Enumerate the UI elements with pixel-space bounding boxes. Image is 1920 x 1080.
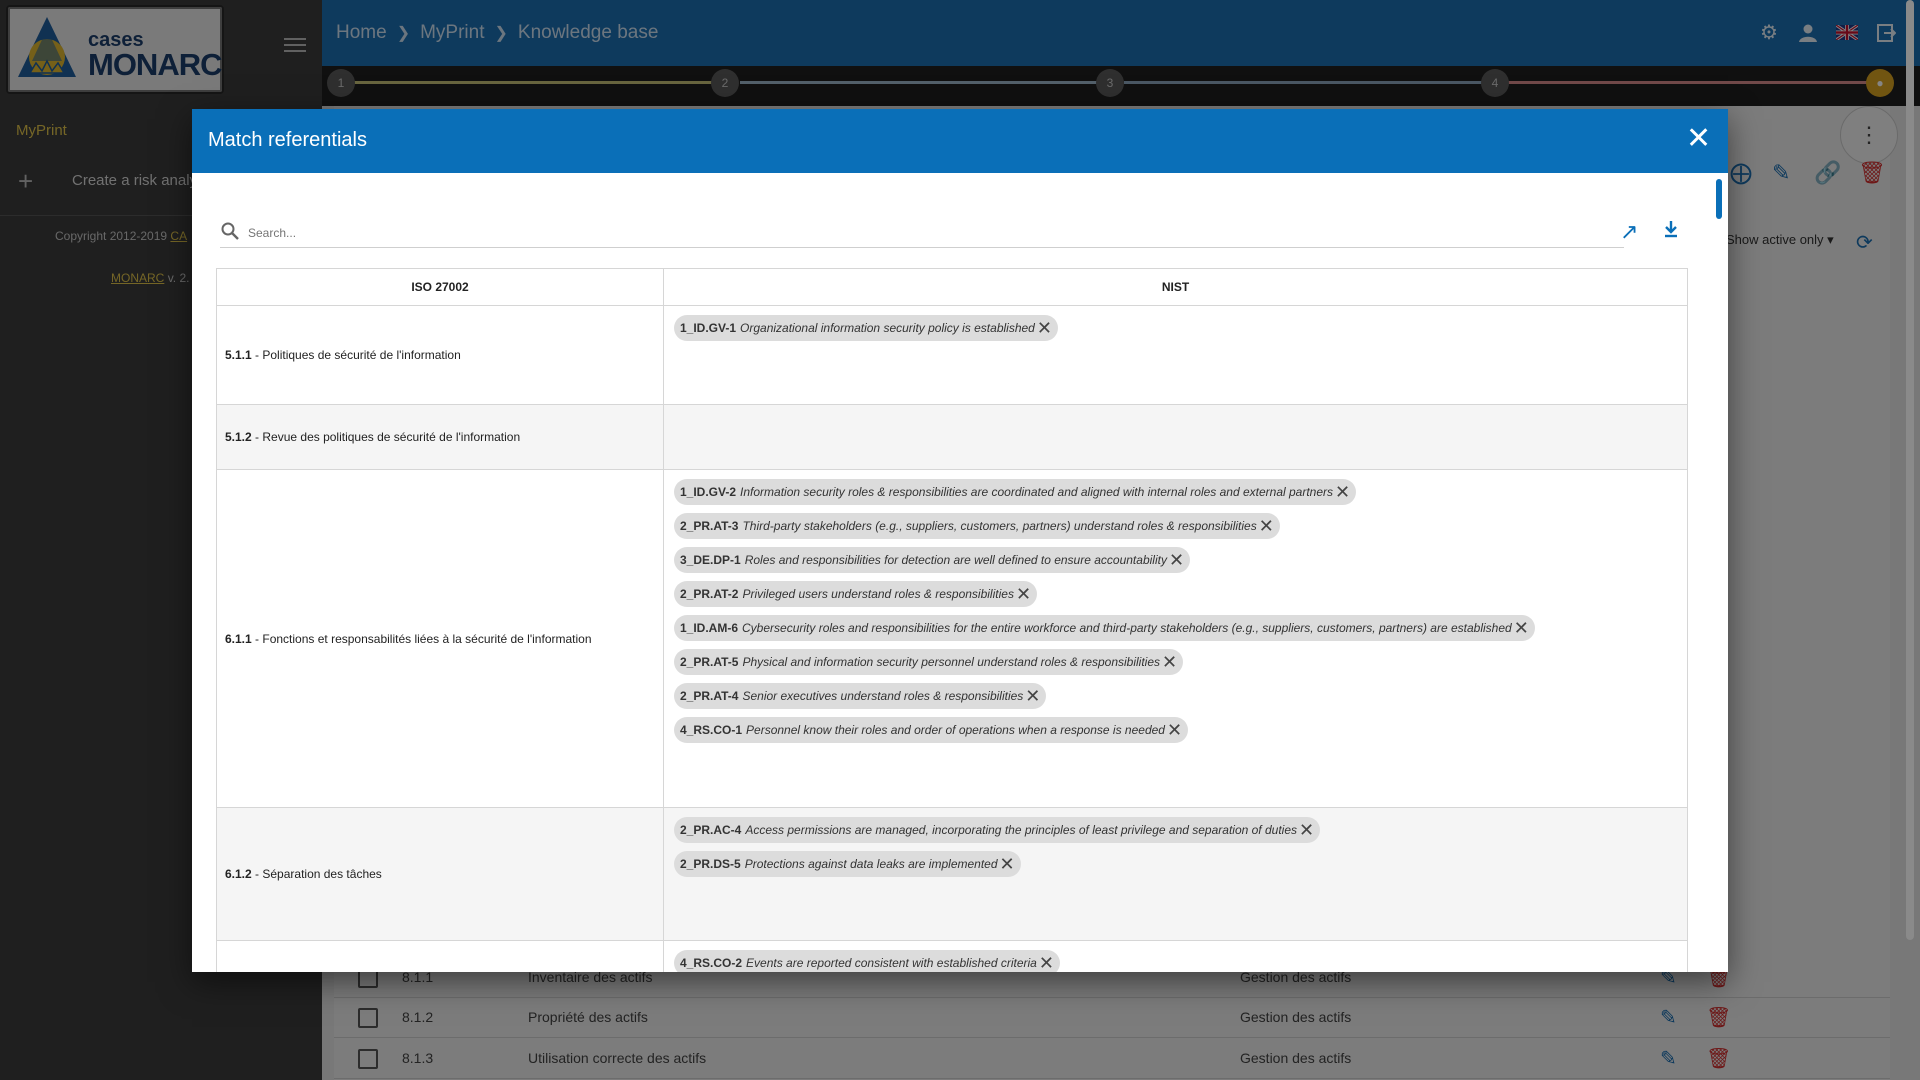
- chip-text: Protections against data leaks are imple…: [744, 857, 998, 871]
- chip-code: 2_PR.AT-5: [680, 655, 739, 669]
- match-referentials-dialog: Match referentials ✕ ↗ ISO 27002 NIST 5.…: [192, 109, 1728, 972]
- iso-control-cell: 5.1.2 - Revue des politiques de sécurité…: [216, 404, 664, 470]
- remove-icon[interactable]: ✕: [1000, 851, 1015, 877]
- nist-chip: 2_PR.AT-5 Physical and information securi…: [674, 649, 1184, 675]
- chip-text: Access permissions are managed, incorpor…: [745, 823, 1297, 837]
- remove-icon[interactable]: ✕: [1167, 717, 1182, 743]
- iso-label: Politiques de sécurité de l'information: [262, 348, 461, 362]
- chip-code: 1_ID.GV-2: [680, 485, 737, 499]
- table-row: 6.1.1 - Fonctions et responsabilités lié…: [216, 469, 1688, 808]
- remove-icon[interactable]: ✕: [1025, 683, 1040, 709]
- nist-chip: 2_PR.DS-5 Protections against data leaks …: [674, 851, 1021, 877]
- chip-code: 2_PR.AT-4: [680, 689, 739, 703]
- dialog-scrollbar[interactable]: [1716, 179, 1722, 219]
- remove-icon[interactable]: ✕: [1037, 315, 1052, 341]
- remove-icon[interactable]: ✕: [1016, 581, 1031, 607]
- iso-control-cell: 5.1.1 - Politiques de sécurité de l'info…: [216, 305, 664, 405]
- iso-code: 5.1.2: [225, 430, 252, 444]
- iso-control-cell: [216, 940, 664, 972]
- nist-matches-cell[interactable]: 4_RS.CO-2 Events are reported consistent …: [663, 940, 1688, 972]
- chip-code: 2_PR.AC-4: [680, 823, 742, 837]
- table-row: 5.1.1 - Politiques de sécurité de l'info…: [216, 305, 1688, 405]
- search-bar: [220, 219, 1624, 248]
- nist-chip: 1_ID.GV-2 Information security roles & re…: [674, 479, 1357, 505]
- iso-label: Séparation des tâches: [262, 867, 382, 881]
- download-icon[interactable]: [1662, 219, 1680, 245]
- search-icon: [221, 222, 239, 240]
- nist-chip: 1_ID.AM-6 Cybersecurity roles and respons…: [674, 615, 1535, 641]
- nist-chip: 1_ID.GV-1 Organizational information secu…: [674, 315, 1058, 341]
- chip-code: 4_RS.CO-2: [680, 956, 743, 970]
- dialog-title: Match referentials: [208, 129, 367, 151]
- remove-icon[interactable]: ✕: [1335, 479, 1350, 505]
- export-icon[interactable]: ↗: [1620, 219, 1638, 245]
- chip-code: 4_RS.CO-1: [680, 723, 743, 737]
- iso-code: 5.1.1: [225, 348, 252, 362]
- nist-matches-cell[interactable]: [663, 404, 1688, 470]
- chip-code: 3_DE.DP-1: [680, 553, 741, 567]
- chip-code: 1_ID.AM-6: [680, 621, 739, 635]
- chip-text: Organizational information security poli…: [740, 321, 1035, 335]
- remove-icon[interactable]: ✕: [1259, 513, 1274, 539]
- nist-chip: 2_PR.AT-2 Privileged users understand rol…: [674, 581, 1038, 607]
- table-row: 6.1.2 - Séparation des tâches 2_PR.AC-4 A…: [216, 807, 1688, 941]
- dialog-header: Match referentials ✕: [192, 109, 1728, 173]
- remove-icon[interactable]: ✕: [1299, 817, 1314, 843]
- chip-code: 2_PR.AT-2: [680, 587, 739, 601]
- chip-text: Senior executives understand roles & res…: [742, 689, 1024, 703]
- column-header-iso: ISO 27002: [216, 268, 664, 306]
- chip-text: Privileged users understand roles & resp…: [742, 587, 1014, 601]
- chip-text: Roles and responsibilities for detection…: [744, 553, 1167, 567]
- nist-chip: 2_PR.AT-4 Senior executives understand ro…: [674, 683, 1047, 709]
- chip-code: 2_PR.AT-3: [680, 519, 739, 533]
- remove-icon[interactable]: ✕: [1169, 547, 1184, 573]
- chip-code: 2_PR.DS-5: [680, 857, 741, 871]
- nist-chip: 4_RS.CO-2 Events are reported consistent …: [674, 950, 1060, 972]
- iso-control-cell: 6.1.1 - Fonctions et responsabilités lié…: [216, 469, 664, 808]
- iso-code: 6.1.2: [225, 867, 252, 881]
- nist-chip: 2_PR.AC-4 Access permissions are managed,…: [674, 817, 1321, 843]
- chip-text: Personnel know their roles and order of …: [746, 723, 1165, 737]
- chip-text: Third-party stakeholders (e.g., supplier…: [742, 519, 1257, 533]
- chip-code: 1_ID.GV-1: [680, 321, 737, 335]
- nist-chip: 3_DE.DP-1 Roles and responsibilities for …: [674, 547, 1191, 573]
- table-header-row: ISO 27002 NIST: [216, 268, 1688, 306]
- remove-icon[interactable]: ✕: [1039, 950, 1054, 972]
- referentials-table: ISO 27002 NIST 5.1.1 - Politiques de séc…: [216, 268, 1688, 972]
- iso-label: Fonctions et responsabilités liées à la …: [262, 631, 592, 646]
- iso-label: Revue des politiques de sécurité de l'in…: [262, 430, 521, 444]
- nist-matches-cell[interactable]: 1_ID.GV-2 Information security roles & re…: [663, 469, 1688, 808]
- nist-matches-cell[interactable]: 1_ID.GV-1 Organizational information secu…: [663, 305, 1688, 405]
- chip-text: Events are reported consistent with esta…: [746, 956, 1037, 970]
- remove-icon[interactable]: ✕: [1162, 649, 1177, 675]
- column-header-nist: NIST: [663, 268, 1688, 306]
- remove-icon[interactable]: ✕: [1514, 615, 1529, 641]
- chip-text: Cybersecurity roles and responsibilities…: [742, 621, 1512, 635]
- nist-chip: 4_RS.CO-1 Personnel know their roles and …: [674, 717, 1189, 743]
- nist-chip: 2_PR.AT-3 Third-party stakeholders (e.g.,…: [674, 513, 1280, 539]
- close-icon[interactable]: ✕: [1686, 124, 1711, 154]
- search-input[interactable]: [246, 222, 1620, 244]
- iso-code: 6.1.1: [225, 631, 252, 646]
- iso-control-cell: 6.1.2 - Séparation des tâches: [216, 807, 664, 941]
- chip-text: Physical and information security person…: [742, 655, 1161, 669]
- table-row: 5.1.2 - Revue des politiques de sécurité…: [216, 404, 1688, 470]
- table-row: 4_RS.CO-2 Events are reported consistent …: [216, 940, 1688, 972]
- chip-text: Information security roles & responsibil…: [740, 485, 1334, 499]
- page-scrollbar[interactable]: [1906, 0, 1914, 940]
- nist-matches-cell[interactable]: 2_PR.AC-4 Access permissions are managed,…: [663, 807, 1688, 941]
